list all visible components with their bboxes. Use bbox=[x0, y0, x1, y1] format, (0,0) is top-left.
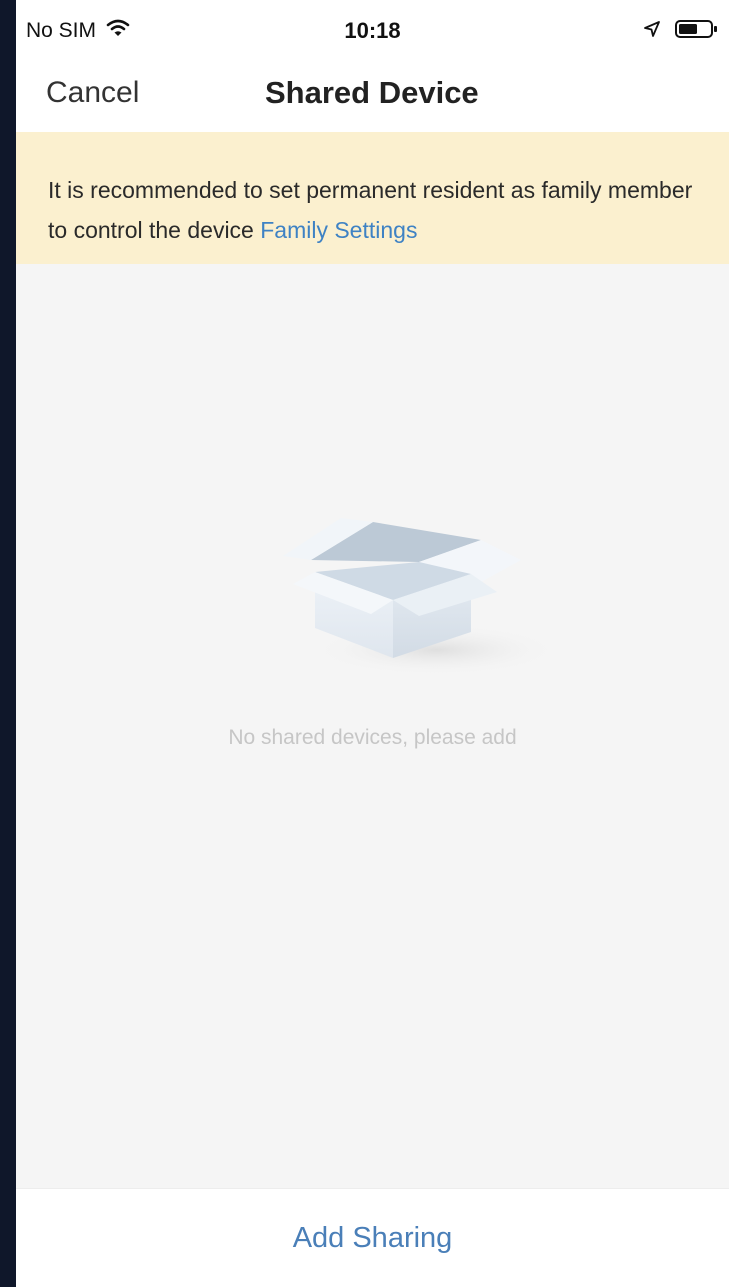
page-title: Shared Device bbox=[265, 75, 479, 110]
battery-icon bbox=[675, 18, 719, 45]
app-screen: No SIM 10:18 Cancel Shared Device It is … bbox=[16, 0, 729, 1287]
status-bar: No SIM 10:18 bbox=[16, 0, 729, 62]
family-notice-banner: It is recommended to set permanent resid… bbox=[16, 132, 729, 264]
family-settings-link[interactable]: Family Settings bbox=[260, 217, 417, 243]
nav-bar: Cancel Shared Device bbox=[16, 62, 729, 132]
empty-box-icon bbox=[271, 510, 571, 700]
cancel-button[interactable]: Cancel bbox=[46, 76, 139, 110]
status-left: No SIM bbox=[26, 18, 130, 44]
status-right bbox=[643, 18, 719, 45]
location-arrow-icon bbox=[643, 20, 661, 43]
carrier-label: No SIM bbox=[26, 19, 97, 42]
add-sharing-button[interactable]: Add Sharing bbox=[293, 1222, 453, 1255]
bottom-action-bar: Add Sharing bbox=[16, 1188, 729, 1287]
empty-state-message: No shared devices, please add bbox=[228, 726, 517, 749]
wifi-icon bbox=[106, 18, 130, 44]
